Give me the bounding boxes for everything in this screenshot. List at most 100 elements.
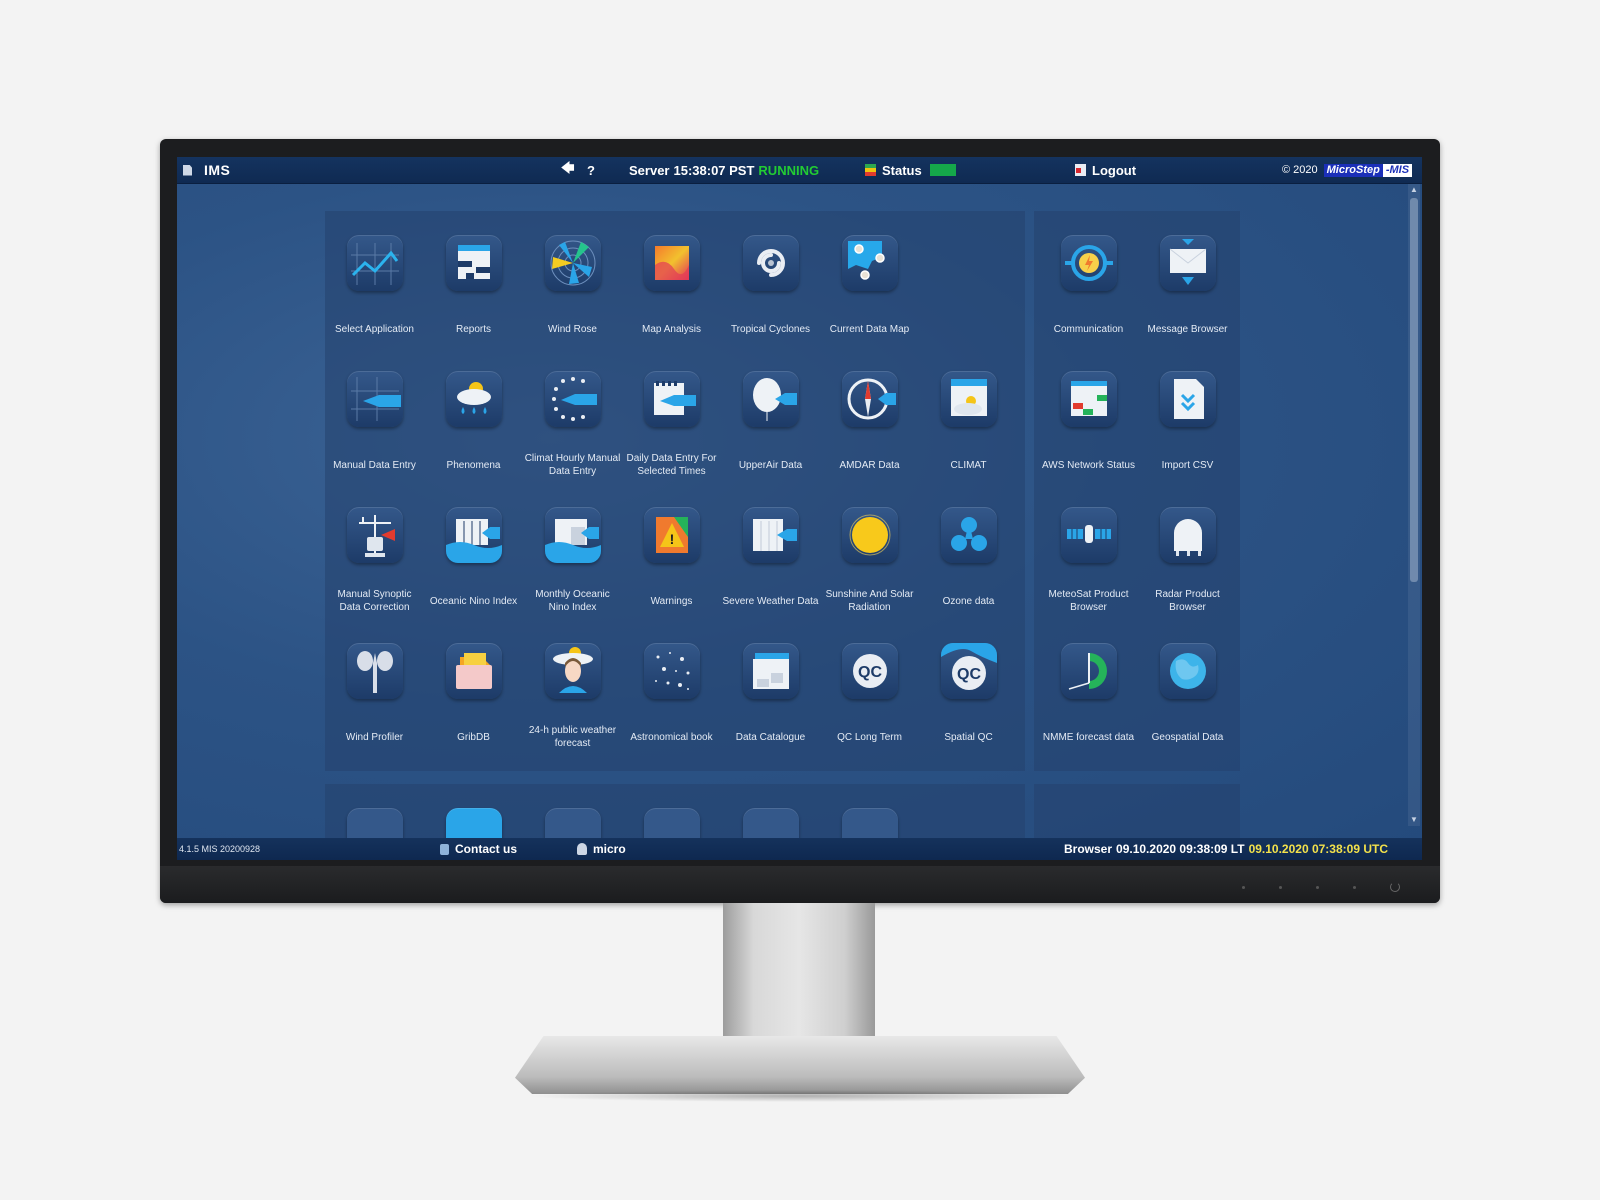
cyclone-icon xyxy=(742,235,799,291)
contact-us-link[interactable]: Contact us xyxy=(440,838,517,860)
app-label: Wind Rose xyxy=(548,323,597,335)
service-meteosat-product-browser[interactable]: MeteoSat Product Browser xyxy=(1039,497,1138,633)
scroll-up-icon[interactable]: ▲ xyxy=(1408,184,1420,196)
status-indicator xyxy=(929,164,956,176)
reports-icon xyxy=(445,235,502,291)
app-manual-data-entry[interactable]: Manual Data Entry xyxy=(325,361,424,497)
import-csv-icon xyxy=(1159,371,1216,427)
app-astronomical-book[interactable]: Astronomical book xyxy=(622,633,721,769)
service-message-browser[interactable]: Message Browser xyxy=(1138,225,1237,361)
app-gribdb[interactable]: GribDB xyxy=(424,633,523,769)
microstep-logo[interactable]: MicroStep -MIS xyxy=(1323,163,1413,177)
app-label: QC Long Term xyxy=(837,731,902,743)
empty-slot xyxy=(919,225,1018,361)
help-button[interactable]: ? xyxy=(587,157,595,183)
svg-text:!: ! xyxy=(669,531,674,547)
app-data-catalogue[interactable]: Data Catalogue xyxy=(721,633,820,769)
logo-text-suffix: -MIS xyxy=(1382,163,1413,177)
climat-hourly-icon xyxy=(544,371,601,427)
app-label: Map Analysis xyxy=(642,323,701,335)
app-qc-long-term[interactable]: QC QC Long Term xyxy=(820,633,919,769)
app-ozone-data[interactable]: Ozone data xyxy=(919,497,1018,633)
service-communication[interactable]: Communication xyxy=(1039,225,1138,361)
app-label: Severe Weather Data xyxy=(722,595,819,607)
app-spatial-qc[interactable]: QC Spatial QC xyxy=(919,633,1018,769)
top-bar: IMS 🡄 ? Server 15:38:07 PST RUNNING Stat… xyxy=(177,157,1422,184)
app-wind-profiler[interactable]: Wind Profiler xyxy=(325,633,424,769)
app-label: Manual Data Entry xyxy=(333,459,416,471)
contact-label: Contact us xyxy=(455,842,518,856)
local-time: 09.10.2020 09:38:09 LT xyxy=(1116,842,1245,856)
monthly-nino-icon xyxy=(544,507,601,563)
service-radar-product-browser[interactable]: Radar Product Browser xyxy=(1138,497,1237,633)
app-manual-synoptic-data-correction[interactable]: Manual Synoptic Data Correction xyxy=(325,497,424,633)
vertical-scrollbar[interactable]: ▲ ▼ xyxy=(1408,184,1420,826)
app-label: AMDAR Data xyxy=(839,459,900,471)
app-warnings[interactable]: ! Warnings xyxy=(622,497,721,633)
app-label: Import CSV xyxy=(1161,459,1214,471)
service-nmme-forecast-data[interactable]: NMME forecast data xyxy=(1039,633,1138,769)
app-monthly-oceanic-nino-index[interactable]: Monthly Oceanic Nino Index xyxy=(523,497,622,633)
app-reports[interactable]: Reports xyxy=(424,225,523,361)
app-label: Reports xyxy=(455,323,491,335)
app-oceanic-nino-index[interactable]: Oceanic Nino Index xyxy=(424,497,523,633)
app-label: Monthly Oceanic Nino Index xyxy=(535,589,610,613)
compass-icon xyxy=(841,371,898,427)
app-upperair-data[interactable]: UpperAir Data xyxy=(721,361,820,497)
service-geospatial-data[interactable]: Geospatial Data xyxy=(1138,633,1237,769)
app-tropical-cyclones[interactable]: Tropical Cyclones xyxy=(721,225,820,361)
server-status: Server 15:38:07 PST RUNNING xyxy=(629,157,819,183)
logout-button[interactable]: Logout xyxy=(1075,157,1136,183)
status-button[interactable]: Status xyxy=(865,157,956,183)
app-label: Tropical Cyclones xyxy=(730,323,811,335)
server-label: Server xyxy=(629,162,670,178)
monitor-button xyxy=(1353,885,1356,889)
anemometer-icon xyxy=(346,643,403,699)
app-sunshine-and-solar-radiation[interactable]: Sunshine And Solar Radiation xyxy=(820,497,919,633)
aws-status-icon xyxy=(1060,371,1117,427)
catalogue-icon xyxy=(742,643,799,699)
logo-text: MicroStep xyxy=(1323,163,1383,177)
app-label: Spatial QC xyxy=(944,731,993,743)
manual-entry-icon xyxy=(346,371,403,427)
envelope-icon xyxy=(1159,235,1216,291)
scroll-thumb[interactable] xyxy=(1410,198,1418,582)
app-title: IMS xyxy=(204,162,231,178)
app-severe-weather-data[interactable]: Severe Weather Data xyxy=(721,497,820,633)
app-current-data-map[interactable]: Current Data Map xyxy=(820,225,919,361)
back-arrow-icon: 🡄 xyxy=(561,160,575,175)
app-wind-rose[interactable]: Wind Rose xyxy=(523,225,622,361)
app-label: MeteoSat Product Browser xyxy=(1048,589,1129,613)
sun-icon xyxy=(841,507,898,563)
app-24-h-public-weather-forecast[interactable]: 24-h public weather forecast xyxy=(523,633,622,769)
version-label: 4.1.5 MIS 20200928 xyxy=(179,844,261,854)
service-aws-network-status[interactable]: AWS Network Status xyxy=(1039,361,1138,497)
scroll-down-icon[interactable]: ▼ xyxy=(1408,814,1420,826)
svg-text:QC: QC xyxy=(858,664,882,681)
app-climat[interactable]: CLIMAT xyxy=(919,361,1018,497)
app-label: 24-h public weather forecast xyxy=(528,725,617,749)
app-daily-data-entry-for-selected-times[interactable]: Daily Data Entry For Selected Times xyxy=(622,361,721,497)
monitor-stand-base xyxy=(515,1036,1085,1094)
oceanic-nino-icon xyxy=(445,507,502,563)
service-import-csv[interactable]: Import CSV xyxy=(1138,361,1237,497)
app-phenomena[interactable]: Phenomena xyxy=(424,361,523,497)
app-amdar-data[interactable]: AMDAR Data xyxy=(820,361,919,497)
back-button[interactable]: 🡄 xyxy=(561,157,574,183)
communication-icon xyxy=(1060,235,1117,291)
user-info[interactable]: micro xyxy=(577,838,626,860)
copyright: © 2020 MicroStep -MIS xyxy=(1282,157,1413,183)
app-label: AWS Network Status xyxy=(1042,459,1135,471)
user-name: micro xyxy=(593,842,626,856)
app-select-application[interactable]: Select Application xyxy=(325,225,424,361)
satellite-icon xyxy=(1060,507,1117,563)
app-menu-button[interactable] xyxy=(183,157,192,183)
app-climat-hourly-manual-data-entry[interactable]: Climat Hourly Manual Data Entry xyxy=(523,361,622,497)
app-label: Current Data Map xyxy=(829,323,910,335)
app-map-analysis[interactable]: Map Analysis xyxy=(622,225,721,361)
server-time: 15:38:07 PST xyxy=(673,162,755,178)
app-label: Ozone data xyxy=(942,595,995,607)
app-label: Select Application xyxy=(335,323,414,335)
chart-line-icon xyxy=(346,235,403,291)
balloon-icon xyxy=(742,371,799,427)
